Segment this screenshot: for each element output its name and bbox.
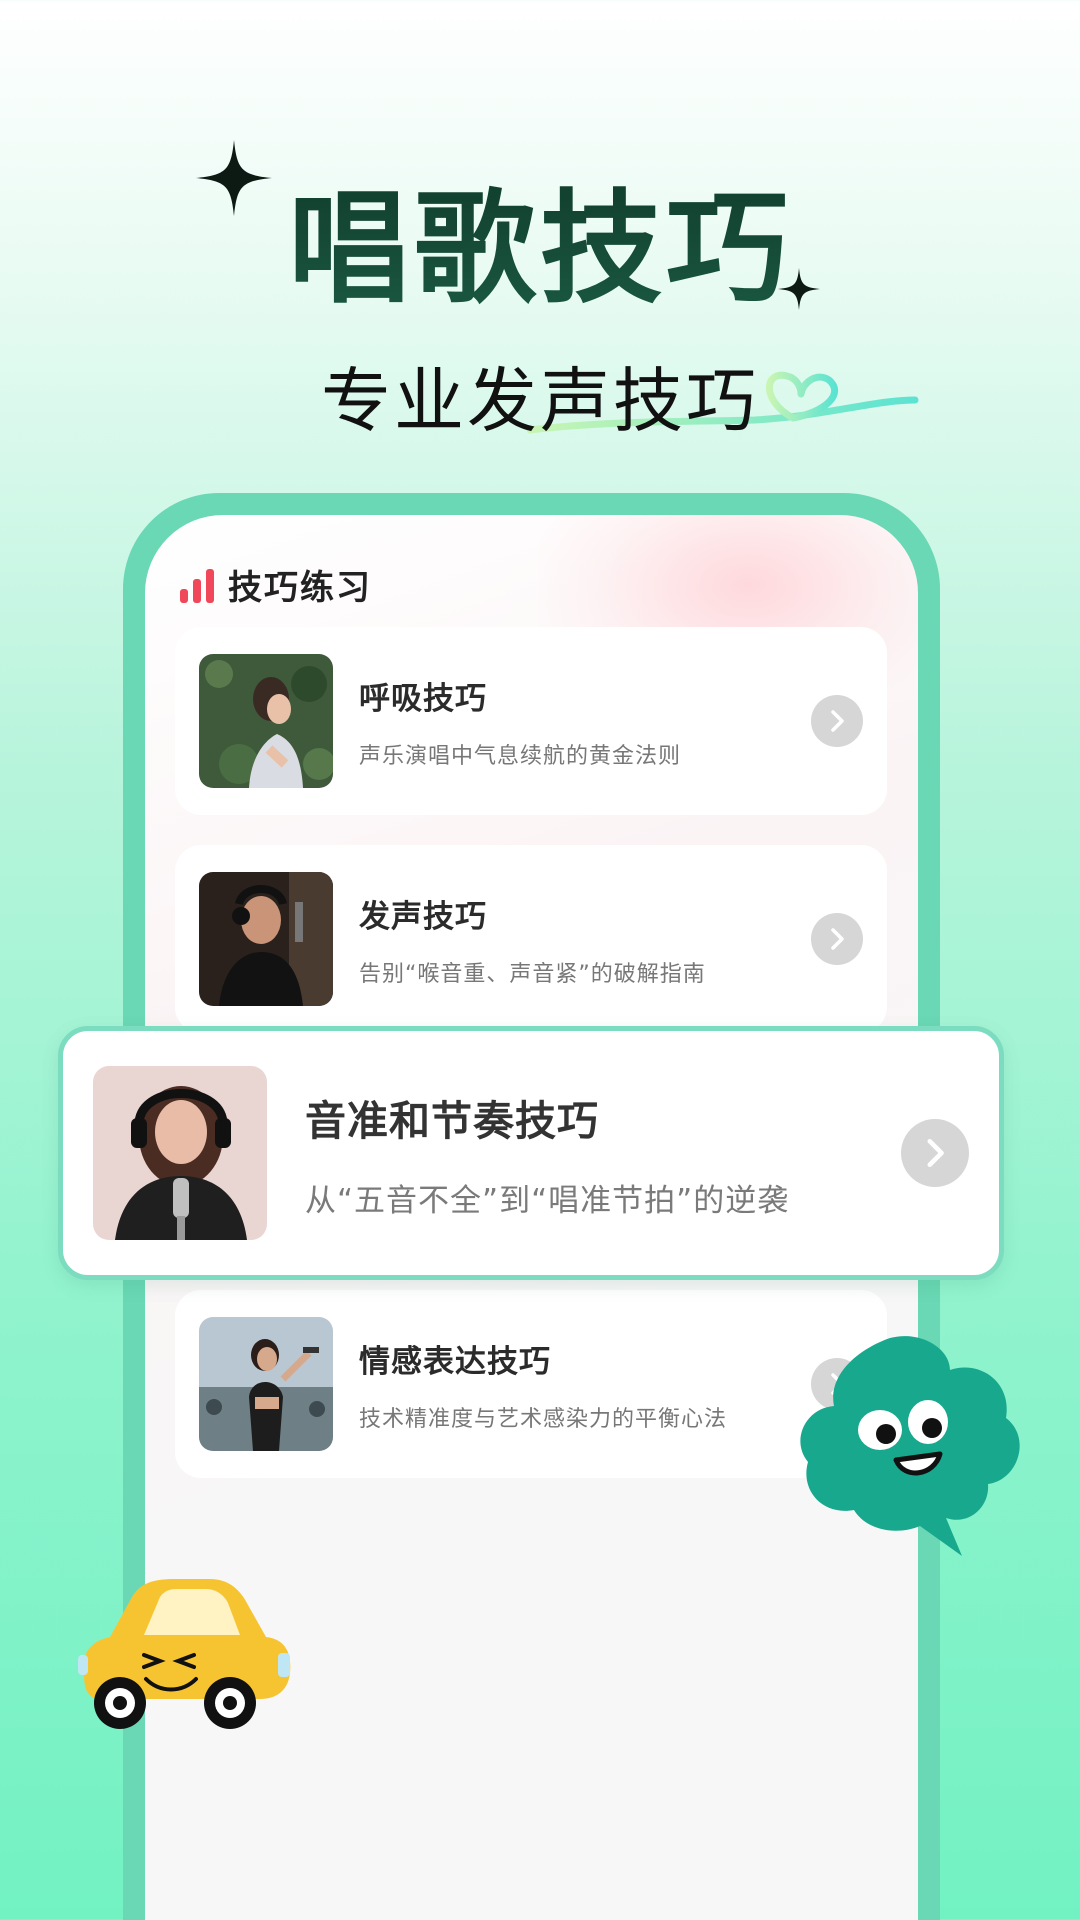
list-item-pitch-rhythm[interactable]: 音准和节奏技巧 从“五音不全”到“唱准节拍”的逆袭 — [58, 1026, 1004, 1280]
item-title: 音准和节奏技巧 — [305, 1096, 599, 1145]
chevron-right-icon[interactable] — [901, 1119, 969, 1187]
item-title: 呼吸技巧 — [359, 680, 487, 717]
signal-bars-icon — [180, 567, 214, 603]
item-description: 告别“喉音重、声音紧”的破解指南 — [359, 961, 706, 987]
list-item-vocalization[interactable]: 发声技巧 告别“喉音重、声音紧”的破解指南 — [175, 845, 887, 1033]
item-title: 情感表达技巧 — [359, 1343, 551, 1380]
item-description: 从“五音不全”到“唱准节拍”的逆袭 — [305, 1182, 790, 1219]
thumbnail-pitch-rhythm — [93, 1066, 267, 1240]
thumbnail-breathing — [199, 654, 333, 788]
section-header: 技巧练习 — [180, 560, 372, 609]
section-title: 技巧练习 — [228, 568, 372, 608]
item-description: 声乐演唱中气息续航的黄金法则 — [359, 743, 682, 769]
thumbnail-emotion — [199, 1317, 333, 1451]
hero-title: 唱歌技巧 — [0, 150, 1080, 327]
cloud-mascot-icon — [800, 1336, 1020, 1556]
car-mascot-icon — [78, 1579, 291, 1729]
chevron-right-icon[interactable] — [811, 913, 863, 965]
item-description: 技术精准度与艺术感染力的平衡心法 — [359, 1406, 728, 1432]
thumbnail-vocalization — [199, 872, 333, 1006]
hero-subtitle: 专业发声技巧 — [321, 360, 759, 442]
chevron-right-icon[interactable] — [811, 695, 863, 747]
item-title: 发声技巧 — [359, 898, 487, 935]
list-item-emotion[interactable]: 情感表达技巧 技术精准度与艺术感染力的平衡心法 — [175, 1290, 887, 1478]
list-item-breathing[interactable]: 呼吸技巧 声乐演唱中气息续航的黄金法则 — [175, 627, 887, 815]
